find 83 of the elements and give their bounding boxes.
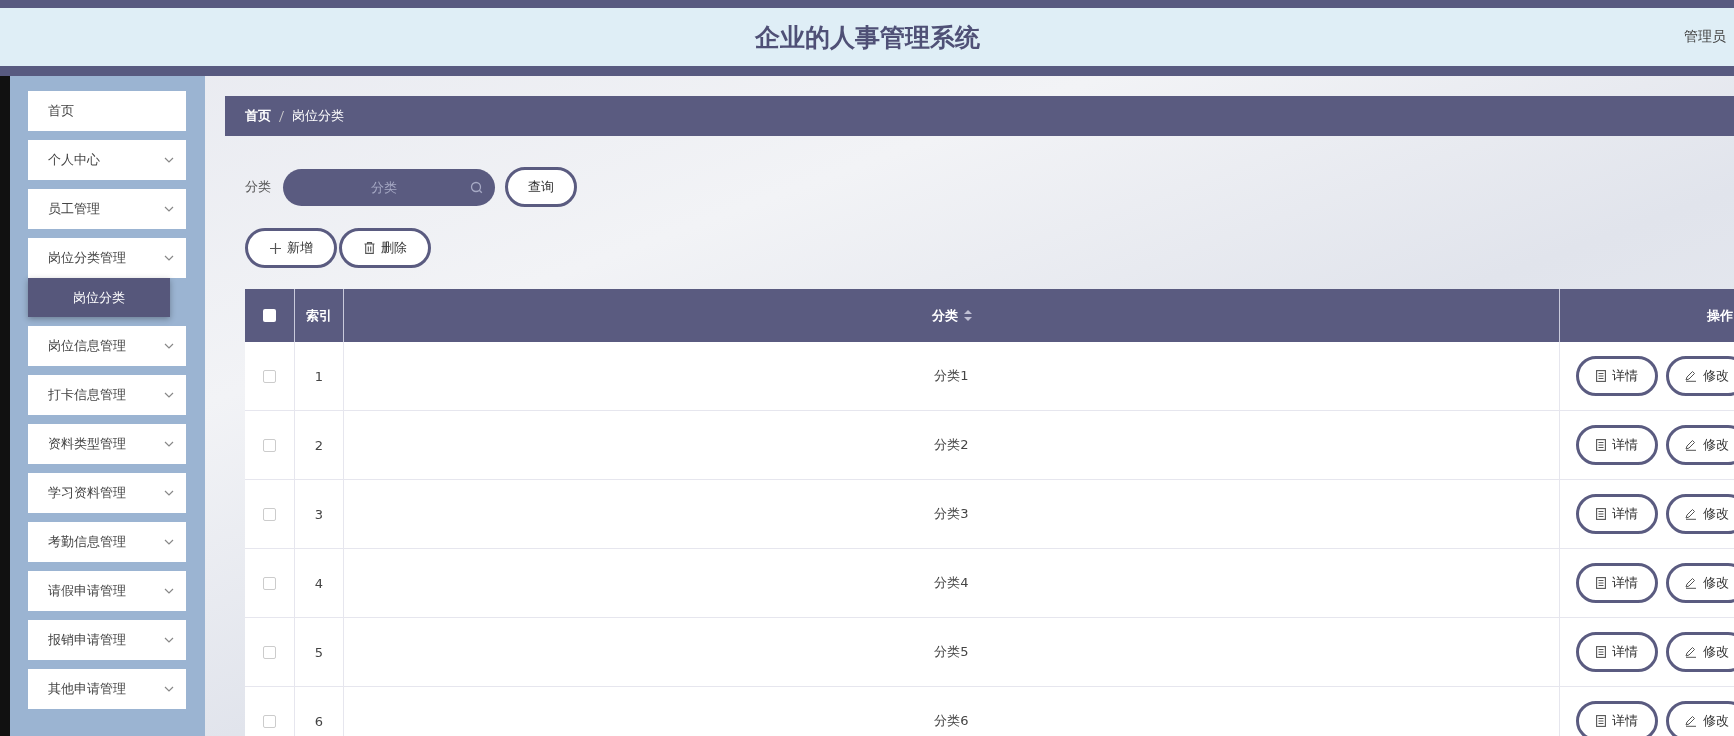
table-cell: 1 [295,342,344,410]
edit-button[interactable]: 修改 [1666,563,1734,603]
table-cell: 分类4 [344,549,1560,617]
row-checkbox[interactable] [263,369,276,383]
column-header: 分类 [344,289,1560,342]
submenu-item[interactable]: 岗位分类 [28,278,170,317]
breadcrumb-link[interactable]: 首页 [245,107,271,125]
detail-button[interactable]: 详情 [1576,632,1658,672]
chevron-down-icon [164,637,174,643]
document-icon [1596,577,1606,589]
trash-icon [363,242,375,254]
menu-item[interactable]: 报销申请管理 [28,620,186,660]
search-field[interactable]: 分类 [283,168,495,206]
chevron-down-icon [164,441,174,447]
edit-button[interactable]: 修改 [1666,356,1734,396]
menu-item[interactable]: 请假申请管理 [28,571,186,611]
chevron-down-icon [164,686,174,692]
table-cell: 分类3 [344,480,1560,548]
search-icon [470,180,483,194]
menu-item[interactable]: 资料类型管理 [28,424,186,464]
pencil-icon [1685,439,1697,451]
app-title: 企业的人事管理系统 [754,21,980,54]
chevron-down-icon [164,539,174,545]
table-cell: 2 [295,411,344,479]
query-button[interactable]: 查询 [505,167,577,207]
row-checkbox[interactable] [263,438,276,452]
table-cell: 6 [295,687,344,736]
row-checkbox[interactable] [263,645,276,659]
pencil-icon [1685,715,1697,727]
pencil-icon [1685,508,1697,520]
detail-button[interactable]: 详情 [1576,425,1658,465]
row-checkbox[interactable] [263,714,276,728]
column-header: 索引 [295,289,344,342]
detail-button[interactable]: 详情 [1576,701,1658,736]
chevron-down-icon [164,490,174,496]
menu-item[interactable]: 个人中心 [28,140,186,180]
pencil-icon [1685,577,1697,589]
menu-item[interactable]: 学习资料管理 [28,473,186,513]
breadcrumb-link[interactable]: 岗位分类 [292,107,344,125]
table-cell: 4 [295,549,344,617]
detail-button[interactable]: 详情 [1576,494,1658,534]
edit-button[interactable]: 修改 [1666,701,1734,736]
chevron-down-icon [164,343,174,349]
sort-icon[interactable] [963,310,972,321]
detail-button[interactable]: 详情 [1576,356,1658,396]
delete-button[interactable]: 删除 [339,228,431,268]
row-checkbox[interactable] [263,507,276,521]
document-icon [1596,715,1606,727]
menu-item[interactable]: 其他申请管理 [28,669,186,709]
chevron-down-icon [164,206,174,212]
document-icon [1596,646,1606,658]
table-cell: 5 [295,618,344,686]
menu-item[interactable]: 考勤信息管理 [28,522,186,562]
row-checkbox[interactable] [263,576,276,590]
user-name[interactable]: 管理员 [1684,28,1726,46]
chevron-down-icon [164,392,174,398]
column-header: 操作 [1706,306,1734,325]
menu-item[interactable]: 打卡信息管理 [28,375,186,415]
table-cell: 分类1 [344,342,1560,410]
menu-item[interactable]: 岗位分类管理 [28,238,186,278]
chevron-down-icon [164,255,174,261]
table-cell: 分类2 [344,411,1560,479]
table-cell: 分类5 [344,618,1560,686]
table-cell: 分类6 [344,687,1560,736]
plus-icon [269,242,281,254]
menu-item[interactable]: 岗位信息管理 [28,326,186,366]
search-label: 分类 [245,178,271,196]
document-icon [1596,508,1606,520]
chevron-down-icon [164,588,174,594]
menu-item[interactable]: 员工管理 [28,189,186,229]
edit-button[interactable]: 修改 [1666,632,1734,672]
pencil-icon [1685,370,1697,382]
edit-button[interactable]: 修改 [1666,425,1734,465]
document-icon [1596,370,1606,382]
pencil-icon [1685,646,1697,658]
select-all-checkbox[interactable] [263,309,276,322]
detail-button[interactable]: 详情 [1576,563,1658,603]
add-button[interactable]: 新增 [245,228,337,268]
edit-button[interactable]: 修改 [1666,494,1734,534]
menu-item[interactable]: 首页 [28,91,186,131]
chevron-down-icon [164,157,174,163]
document-icon [1596,439,1606,451]
table-cell: 3 [295,480,344,548]
